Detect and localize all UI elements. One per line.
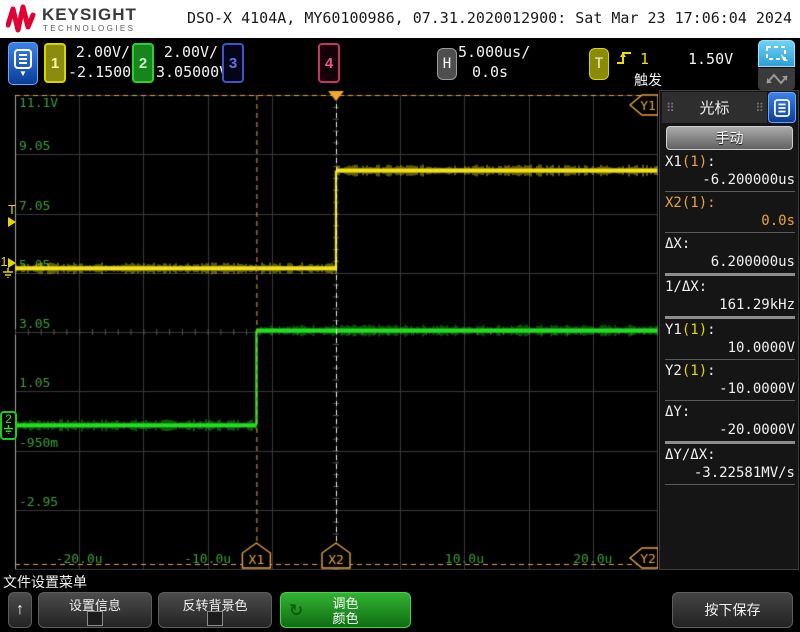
status-bar: ▼ 1 2.00V/ -2.15000V 2 2.00V/ 3.05000V 3… xyxy=(0,38,800,90)
drag-grip-icon: ⠿ xyxy=(666,101,674,115)
channel2-offset: 3.05000V xyxy=(156,62,226,82)
cursor-row-value: -3.22581MV/s xyxy=(665,464,795,482)
main-menu-button[interactable]: ▼ xyxy=(8,42,38,85)
trigger-marker-letter: T xyxy=(8,202,16,217)
cursor-row-label: ΔY/ΔX: xyxy=(665,446,795,464)
menu-up-button[interactable]: ↑ xyxy=(8,592,32,628)
horizontal-button[interactable]: H xyxy=(437,48,457,80)
rising-edge-icon xyxy=(616,50,632,70)
channel2-scale: 2.00V/ xyxy=(156,42,226,62)
cursor-readouts: X1(1):-6.200000usX2(1):0.0sΔX:6.200000us… xyxy=(665,153,795,487)
cursor-row-value: 161.29kHz xyxy=(665,296,795,314)
cursor-row-label: Y2(1): xyxy=(665,362,795,380)
cursor-row: Y2(1):-10.0000V xyxy=(665,362,795,401)
trigger-level-marker[interactable]: T xyxy=(5,204,19,227)
channel2-button[interactable]: 2 xyxy=(132,43,154,83)
cursor-panel: ⠿ 光标 ⠿ 手动 X1(1):-6.200000usX2(1):0.0sΔX:… xyxy=(659,90,799,570)
channel3-button[interactable]: 3 xyxy=(222,43,244,83)
cursor-row-label: X2(1): xyxy=(665,194,795,212)
row-separator xyxy=(665,316,795,319)
up-arrow-icon: ↑ xyxy=(16,601,24,618)
cursor-mode-button[interactable]: 手动 xyxy=(666,126,793,150)
cursor-row-value: 10.0000V xyxy=(665,339,795,357)
cursor-row-value: 6.200000us xyxy=(665,253,795,271)
softkey-menu-title: 文件设置菜单 xyxy=(3,572,87,592)
brand-name: KEYSIGHT xyxy=(42,5,137,25)
channel2-settings[interactable]: 2.00V/ 3.05000V xyxy=(156,42,226,82)
trigger-button[interactable]: T xyxy=(589,48,609,80)
selection-tool-button[interactable] xyxy=(758,40,795,67)
invert-background-checkbox[interactable] xyxy=(207,611,223,626)
cursor-row-value: -10.0000V xyxy=(665,380,795,398)
cursor-row: X1(1):-6.200000us xyxy=(665,153,795,192)
cursor-row-label: Y1(1): xyxy=(665,321,795,339)
row-separator xyxy=(665,441,795,444)
palette-color-button[interactable]: ↻ 调色 颜色 xyxy=(280,592,411,628)
instrument-title: DSO-X 4104A, MY60100986, 07.31.202001290… xyxy=(187,9,792,27)
trigger-mode-label: 触发 xyxy=(634,70,662,90)
waveform-display[interactable] xyxy=(8,90,658,570)
cursor-row: ΔY:-20.0000V xyxy=(665,403,795,444)
row-separator xyxy=(665,484,795,485)
channel1-scale: 2.00V/ xyxy=(68,42,138,62)
horizontal-settings[interactable]: 5.000us/ 0.0s xyxy=(458,42,522,82)
cursor-row-value: 0.0s xyxy=(665,212,795,230)
trigger-marker-arrow-icon xyxy=(8,217,16,227)
cursor-row-value: -20.0000V xyxy=(665,421,795,439)
channel1-offset: -2.15000V xyxy=(68,62,138,82)
timebase-scale: 5.000us/ xyxy=(458,42,522,62)
channel4-button[interactable]: 4 xyxy=(318,43,340,83)
cursor-row: X2(1):0.0s xyxy=(665,194,795,233)
ground-icon xyxy=(2,268,14,278)
brand-subtitle: TECHNOLOGIES xyxy=(43,24,135,33)
row-separator xyxy=(665,232,795,233)
drag-grip-icon: ⠿ xyxy=(755,101,763,115)
cursor-panel-header[interactable]: ⠿ 光标 ⠿ xyxy=(662,92,767,123)
cursor-row: 1/ΔX:161.29kHz xyxy=(665,278,795,319)
zigzag-arrows-icon xyxy=(764,72,790,86)
channel1-settings[interactable]: 2.00V/ -2.15000V xyxy=(68,42,138,82)
waveform-pan-button[interactable] xyxy=(758,68,795,90)
channel1-button[interactable]: 1 xyxy=(44,43,66,83)
ground-icon xyxy=(3,425,14,434)
channel2-ground-marker[interactable]: 2 xyxy=(0,411,17,440)
cursor-panel-title: 光标 xyxy=(699,97,729,118)
row-separator xyxy=(665,359,795,360)
keysight-spark-icon xyxy=(6,3,36,35)
cursor-row: ΔY/ΔX:-3.22581MV/s xyxy=(665,446,795,485)
cursor-row-label: ΔX: xyxy=(665,235,795,253)
menu-list-icon xyxy=(14,49,32,69)
palette-label-line1: 调色 xyxy=(281,596,410,611)
cursor-row-label: 1/ΔX: xyxy=(665,278,795,296)
keysight-logo: KEYSIGHT TECHNOLOGIES xyxy=(6,3,206,35)
cursor-row-value: -6.200000us xyxy=(665,171,795,189)
row-separator xyxy=(665,273,795,276)
palette-label-line2: 颜色 xyxy=(281,611,410,626)
invert-background-button[interactable]: 反转背景色 xyxy=(158,592,272,628)
timebase-delay: 0.0s xyxy=(458,62,522,82)
caret-down-icon: ▼ xyxy=(19,69,27,78)
channel2-marker-number: 2 xyxy=(5,412,12,426)
menu-list-icon xyxy=(774,99,790,117)
trigger-level: 1.50V xyxy=(688,50,733,68)
setup-info-checkbox[interactable] xyxy=(87,611,103,626)
header-bar: KEYSIGHT TECHNOLOGIES DSO-X 4104A, MY601… xyxy=(0,0,800,38)
selection-rect-icon xyxy=(765,45,789,63)
cursor-row-label: X1(1): xyxy=(665,153,795,171)
cursor-row-label: ΔY: xyxy=(665,403,795,421)
trigger-source: 1 xyxy=(640,50,649,68)
channel1-marker-arrow-icon xyxy=(8,258,16,268)
channel1-ground-marker[interactable]: 1 xyxy=(0,256,16,279)
setup-info-button[interactable]: 设置信息 xyxy=(38,592,152,628)
cursor-row: Y1(1):10.0000V xyxy=(665,321,795,360)
cursor-menu-button[interactable] xyxy=(768,92,796,123)
press-to-save-button[interactable]: 按下保存 xyxy=(672,592,793,628)
cursor-row: ΔX:6.200000us xyxy=(665,235,795,276)
row-separator xyxy=(665,400,795,401)
row-separator xyxy=(665,191,795,192)
softkey-bar: 文件设置菜单 ↑ 设置信息 反转背景色 ↻ 调色 颜色 按下保存 xyxy=(0,570,800,632)
